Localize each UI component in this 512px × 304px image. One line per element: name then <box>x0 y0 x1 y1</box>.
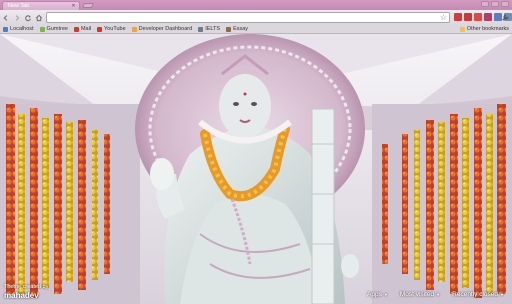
apps-menu[interactable]: Apps ▼ <box>367 291 388 298</box>
wrench-icon <box>502 14 509 21</box>
bookmark-favicon-icon <box>97 26 103 32</box>
bookmark-label: Mail <box>80 26 92 32</box>
other-bookmarks[interactable]: Other bookmarks <box>459 26 509 32</box>
tab-title: New Tab <box>8 3 30 9</box>
close-tab-icon[interactable]: ✕ <box>71 3 76 9</box>
toolbar: ☆ <box>0 10 512 25</box>
bookmark-mail[interactable]: Mail <box>73 26 92 32</box>
caret-down-icon: ▼ <box>383 292 388 297</box>
most-visited-menu[interactable]: Most visited ▼ <box>400 291 440 298</box>
bookmark-developer-dashboard[interactable]: Developer Dashboard <box>131 26 193 32</box>
tab-strip: New Tab ✕ <box>0 0 512 10</box>
bookmark-favicon-icon <box>226 26 232 32</box>
bookmark-favicon-icon <box>3 26 8 32</box>
caret-down-icon: ▼ <box>436 292 441 297</box>
ntp-footer: Apps ▼ Most visited ▼ Recently closed ▼ <box>367 291 504 298</box>
theme-credit-label: Theme created by <box>4 284 49 290</box>
bookmark-ielts[interactable]: IELTS <box>198 26 220 32</box>
window-controls <box>481 1 509 7</box>
bookmark-gumtree[interactable]: Gumtree <box>39 26 68 32</box>
back-button[interactable] <box>1 13 11 23</box>
bookmark-localhost[interactable]: Localhost <box>3 26 34 32</box>
extension-3-icon[interactable] <box>474 13 482 21</box>
maximize-button[interactable] <box>491 1 499 7</box>
arrow-right-icon <box>15 14 20 21</box>
arrow-left-icon <box>3 14 8 21</box>
bookmark-favicon-icon <box>131 26 137 32</box>
theme-credit-name: mahadev <box>4 291 39 300</box>
bookmark-youtube[interactable]: YouTube <box>97 26 126 32</box>
reload-button[interactable] <box>23 13 33 23</box>
most-visited-label: Most visited <box>399 291 435 298</box>
bookmark-favicon-icon <box>198 26 204 32</box>
bookmarks-bar: Localhost Gumtree Mail YouTube Developer Das… <box>0 25 512 34</box>
close-window-button[interactable] <box>501 1 509 7</box>
tab-new-tab[interactable]: New Tab ✕ <box>2 1 80 10</box>
bookmark-label: Developer Dashboard <box>138 26 193 32</box>
theme-credit: Theme created by mahadev <box>4 284 48 300</box>
theme-background-image <box>0 34 512 304</box>
bookmark-label: YouTube <box>104 26 126 32</box>
new-tab-button[interactable] <box>82 3 94 8</box>
apps-menu-label: Apps <box>367 291 382 298</box>
recently-closed-menu[interactable]: Recently closed ▼ <box>452 291 504 298</box>
address-bar[interactable]: ☆ <box>46 12 450 23</box>
wrench-menu-button[interactable] <box>501 13 510 22</box>
bookmark-essay[interactable]: Essay <box>226 26 248 32</box>
bookmark-favicon-icon <box>73 26 79 32</box>
extension-1-icon[interactable] <box>454 13 462 21</box>
extension-4-icon[interactable] <box>484 13 492 21</box>
forward-button[interactable] <box>12 13 22 23</box>
reload-icon <box>25 14 31 21</box>
caret-down-icon: ▼ <box>500 292 504 297</box>
minimize-button[interactable] <box>481 1 489 7</box>
bookmark-favicon-icon <box>39 26 45 32</box>
other-bookmarks-label: Other bookmarks <box>466 26 509 32</box>
bookmark-label: Gumtree <box>46 26 68 32</box>
home-button[interactable] <box>34 13 44 23</box>
bookmark-label: Essay <box>233 26 249 32</box>
star-icon[interactable]: ☆ <box>440 13 447 22</box>
extension-2-icon[interactable] <box>464 13 472 21</box>
home-icon <box>35 14 43 21</box>
bookmark-label: Localhost <box>10 26 34 32</box>
bookmark-label: IELTS <box>205 26 221 32</box>
folder-icon <box>459 26 465 32</box>
new-tab-page: Theme created by mahadev Apps ▼ Most visi… <box>0 34 512 304</box>
recently-closed-label: Recently closed <box>452 291 499 298</box>
